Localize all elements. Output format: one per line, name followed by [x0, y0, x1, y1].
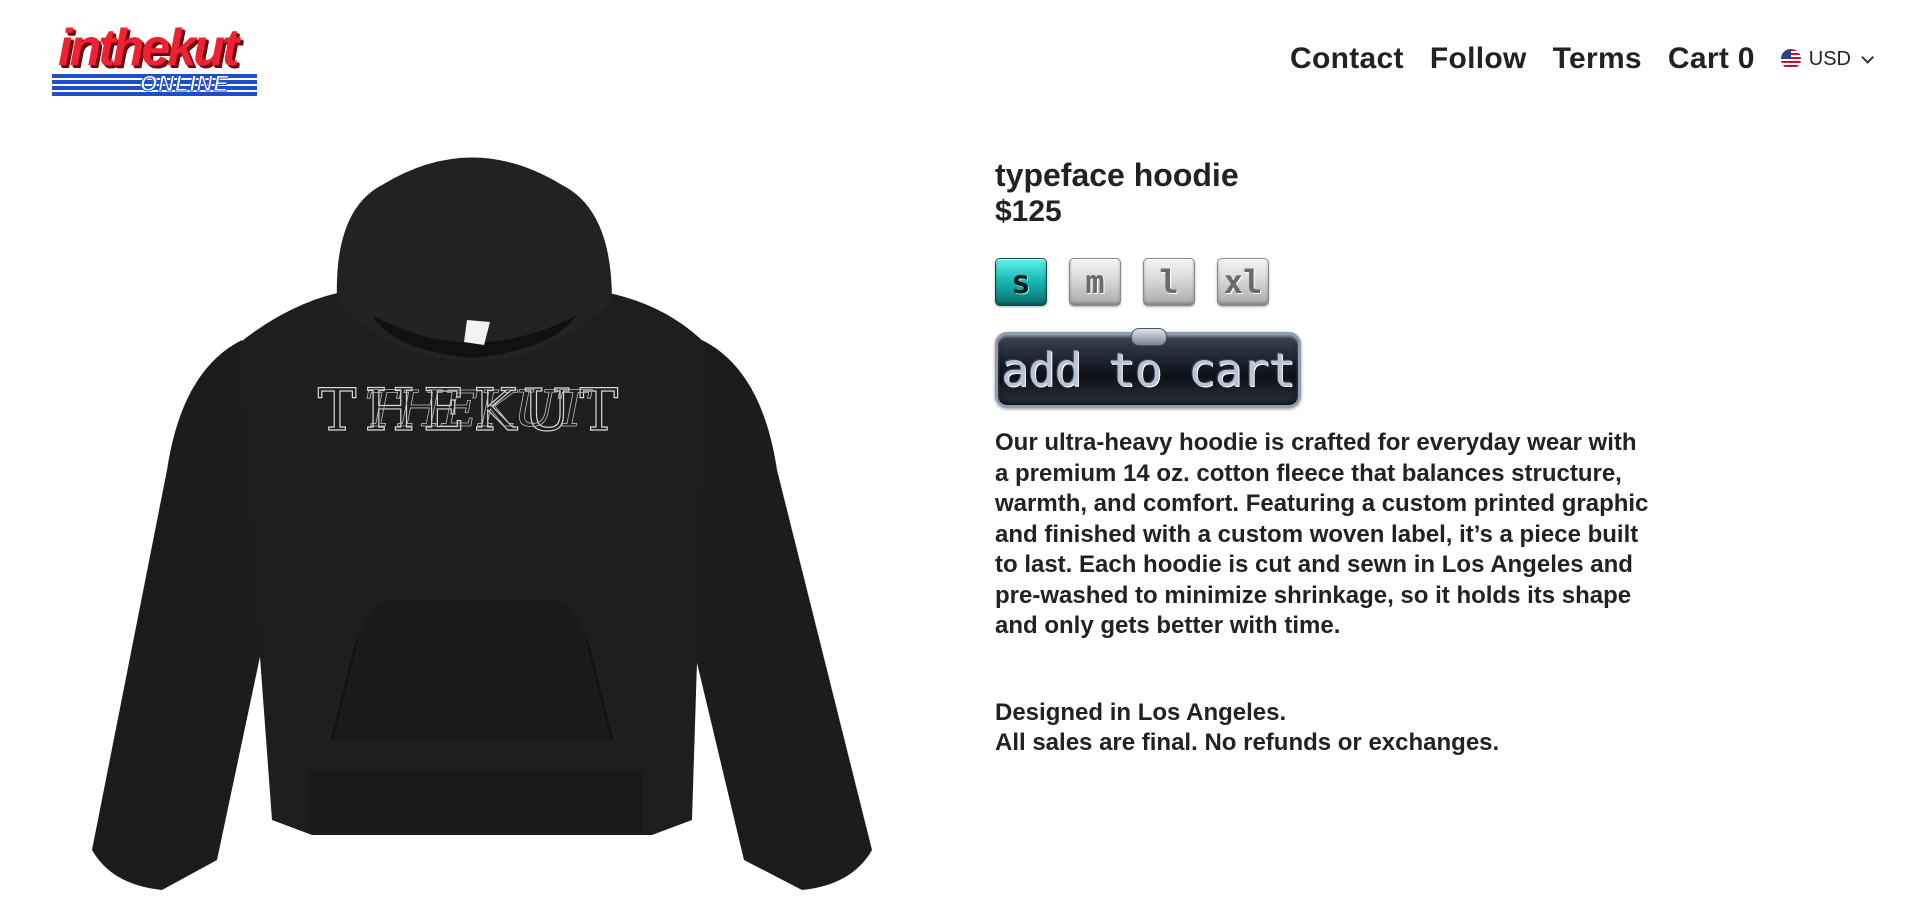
- currency-selector[interactable]: USD: [1780, 47, 1874, 71]
- product-title: typeface hoodie: [995, 157, 1239, 193]
- note-designed-in: Designed in Los Angeles.: [995, 698, 1287, 726]
- logo-subtitle: ONLINE: [139, 71, 230, 96]
- logo-wordmark: inthekut: [58, 19, 239, 77]
- size-option-s[interactable]: s: [995, 258, 1047, 306]
- size-selector: s m l xl: [995, 258, 1675, 306]
- note-sales-final: All sales are final. No refunds or excha…: [995, 729, 1500, 756]
- product-image: THEKUT THEKUT: [72, 130, 892, 890]
- nav-contact[interactable]: Contact: [1290, 42, 1404, 76]
- chevron-down-icon: [1861, 50, 1874, 64]
- button-badge-icon: [1131, 328, 1167, 346]
- size-option-m[interactable]: m: [1069, 258, 1121, 306]
- nav-terms[interactable]: Terms: [1553, 42, 1642, 76]
- hoodie-right-sleeve: [682, 340, 872, 890]
- nav-cart[interactable]: Cart 0: [1668, 42, 1755, 76]
- add-to-cart-label: add to cart: [1001, 343, 1296, 397]
- main-nav: Contact Follow Terms Cart 0 USD: [1290, 42, 1874, 76]
- product-notes: Designed in Los Angeles. All sales are f…: [995, 698, 1675, 759]
- size-option-l[interactable]: l: [1143, 258, 1195, 306]
- nav-follow[interactable]: Follow: [1430, 42, 1527, 76]
- currency-label: USD: [1808, 47, 1851, 70]
- product-price: $125: [995, 195, 1062, 228]
- site-logo[interactable]: inthekut ONLINE: [52, 22, 272, 102]
- hoodie-graphic-text-shadow: THEKUT: [365, 380, 593, 438]
- product-details: typeface hoodie $125 s m l xl add to car…: [995, 156, 1675, 759]
- hoodie-pocket: [332, 600, 612, 740]
- product-page: inthekut ONLINE Contact Follow Terms Car…: [0, 0, 1906, 902]
- hoodie-waistband: [307, 770, 642, 832]
- product-description: Our ultra-heavy hoodie is crafted for ev…: [995, 429, 1649, 639]
- add-to-cart-button[interactable]: add to cart: [995, 328, 1301, 408]
- us-flag-icon: [1780, 49, 1801, 69]
- size-option-xl[interactable]: xl: [1217, 258, 1269, 306]
- hoodie-illustration: THEKUT THEKUT: [92, 157, 872, 890]
- hoodie-body: [237, 290, 707, 835]
